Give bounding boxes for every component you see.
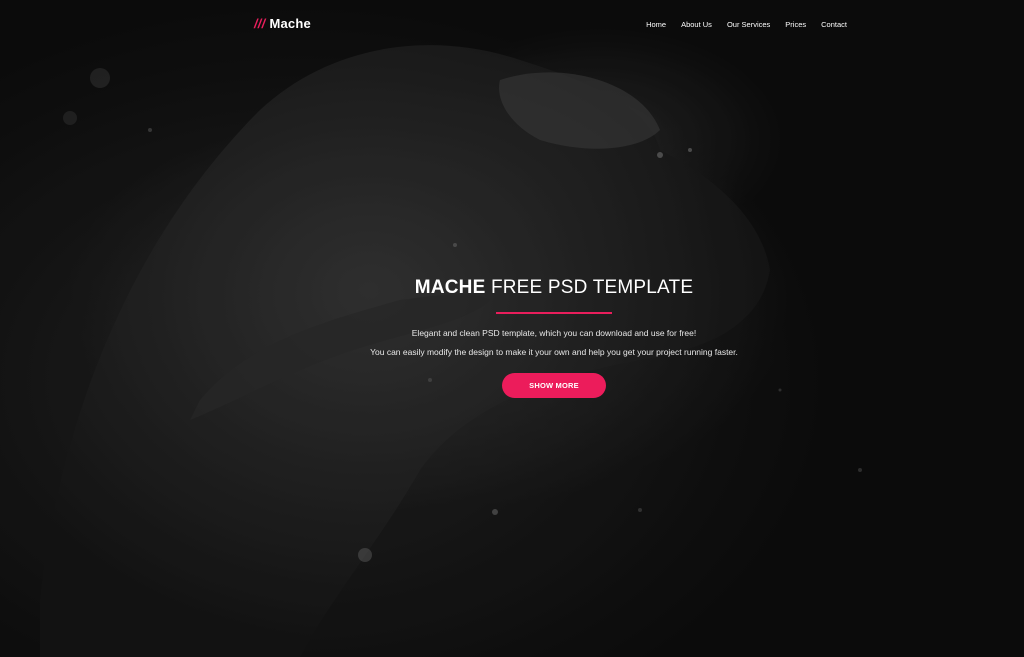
hero-description-line-2: You can easily modify the design to make… <box>370 347 738 357</box>
hero-description-line-1: Elegant and clean PSD template, which yo… <box>411 328 697 338</box>
nav-item-about-us[interactable]: About Us <box>681 20 712 29</box>
headline-brand: MACHE <box>414 277 486 298</box>
hero-content: MACHE FREE PSD TEMPLATE Elegant and clea… <box>304 275 804 398</box>
nav-menu: Home About Us Our Services Prices Contac… <box>646 20 847 29</box>
navbar: ///Mache Home About Us Our Services Pric… <box>0 0 1024 52</box>
nav-item-home[interactable]: Home <box>646 20 666 29</box>
logo-slashes: /// <box>254 16 266 31</box>
hero-headline: MACHE FREE PSD TEMPLATE <box>304 275 804 301</box>
hero-section: ///Mache Home About Us Our Services Pric… <box>0 0 1024 657</box>
show-more-button[interactable]: SHOW MORE <box>502 373 606 398</box>
nav-item-our-services[interactable]: Our Services <box>727 20 770 29</box>
nav-item-prices[interactable]: Prices <box>785 20 806 29</box>
headline-rest: FREE PSD TEMPLATE <box>485 277 694 298</box>
headline-divider <box>496 312 612 314</box>
nav-item-contact[interactable]: Contact <box>821 20 847 29</box>
logo[interactable]: ///Mache <box>254 16 311 31</box>
logo-text: Mache <box>269 16 311 31</box>
